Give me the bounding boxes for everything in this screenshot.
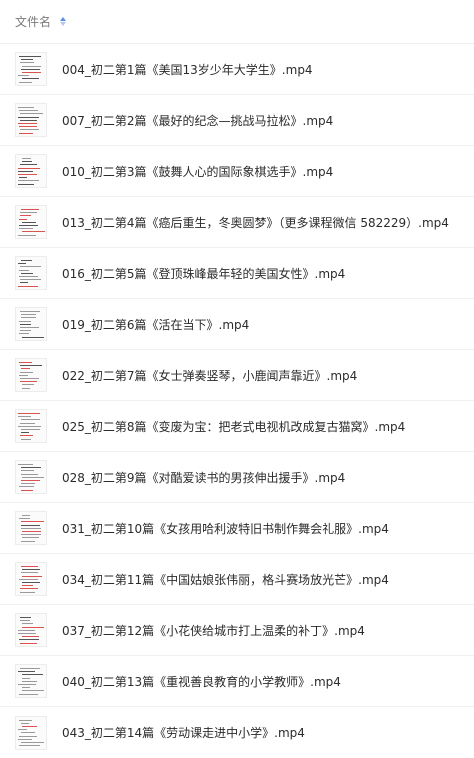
video-thumbnail-icon [15,52,47,86]
file-row[interactable]: 040_初二第13篇《重视善良教育的小学教师》.mp4 [0,656,474,707]
file-row[interactable]: 031_初二第10篇《女孩用哈利波特旧书制作舞会礼服》.mp4 [0,503,474,554]
file-row[interactable]: 016_初二第5篇《登顶珠峰最年轻的美国女性》.mp4 [0,248,474,299]
file-list: 004_初二第1篇《美国13岁少年大学生》.mp4 007_初二第2篇《最好的纪念… [0,44,474,758]
file-row[interactable]: 034_初二第11篇《中国姑娘张伟丽，格斗赛场放光芒》.mp4 [0,554,474,605]
file-name: 037_初二第12篇《小花侠给城市打上温柔的补丁》.mp4 [62,623,365,638]
column-header-filename[interactable]: 文件名 [15,13,51,30]
sort-ascending-icon[interactable] [59,16,67,28]
file-name: 040_初二第13篇《重视善良教育的小学教师》.mp4 [62,674,341,689]
video-thumbnail-icon [15,715,47,750]
video-thumbnail-icon [15,307,47,341]
file-row[interactable]: 019_初二第6篇《活在当下》.mp4 [0,299,474,350]
file-row[interactable]: 022_初二第7篇《女士弹奏竖琴，小鹿闻声靠近》.mp4 [0,350,474,401]
video-thumbnail-icon [15,103,47,137]
file-row[interactable]: 043_初二第14篇《劳动课走进中小学》.mp4 [0,707,474,758]
file-row[interactable]: 037_初二第12篇《小花侠给城市打上温柔的补丁》.mp4 [0,605,474,656]
video-thumbnail-icon [15,358,47,392]
video-thumbnail-icon [15,205,47,239]
file-name: 007_初二第2篇《最好的纪念—挑战马拉松》.mp4 [62,113,334,128]
file-row[interactable]: 010_初二第3篇《鼓舞人心的国际象棋选手》.mp4 [0,146,474,197]
file-name: 016_初二第5篇《登顶珠峰最年轻的美国女性》.mp4 [62,266,346,281]
video-thumbnail-icon [15,256,47,290]
video-thumbnail-icon [15,562,47,596]
file-name: 028_初二第9篇《对酷爱读书的男孩伸出援手》.mp4 [62,470,346,485]
file-row[interactable]: 028_初二第9篇《对酷爱读书的男孩伸出援手》.mp4 [0,452,474,503]
file-name: 004_初二第1篇《美国13岁少年大学生》.mp4 [62,62,313,77]
video-thumbnail-icon [15,613,47,647]
file-row[interactable]: 025_初二第8篇《变废为宝：把老式电视机改成复古猫窝》.mp4 [0,401,474,452]
file-name: 010_初二第3篇《鼓舞人心的国际象棋选手》.mp4 [62,164,334,179]
file-name: 019_初二第6篇《活在当下》.mp4 [62,317,250,332]
file-name: 022_初二第7篇《女士弹奏竖琴，小鹿闻声靠近》.mp4 [62,368,358,383]
file-row[interactable]: 004_初二第1篇《美国13岁少年大学生》.mp4 [0,44,474,95]
video-thumbnail-icon [15,511,47,545]
file-name: 043_初二第14篇《劳动课走进中小学》.mp4 [62,726,305,740]
video-thumbnail-icon [15,664,47,698]
file-name: 013_初二第4篇《癌后重生，冬奥圆梦》（更多课程微信 582229）.mp4 [62,215,449,230]
file-row[interactable]: 013_初二第4篇《癌后重生，冬奥圆梦》（更多课程微信 582229）.mp4 [0,197,474,248]
video-thumbnail-icon [15,409,47,443]
file-name: 025_初二第8篇《变废为宝：把老式电视机改成复古猫窝》.mp4 [62,419,406,434]
file-row[interactable]: 007_初二第2篇《最好的纪念—挑战马拉松》.mp4 [0,95,474,146]
video-thumbnail-icon [15,460,47,494]
file-list-header: 文件名 [0,0,474,44]
video-thumbnail-icon [15,154,47,188]
file-name: 031_初二第10篇《女孩用哈利波特旧书制作舞会礼服》.mp4 [62,521,389,536]
file-name: 034_初二第11篇《中国姑娘张伟丽，格斗赛场放光芒》.mp4 [62,572,389,587]
